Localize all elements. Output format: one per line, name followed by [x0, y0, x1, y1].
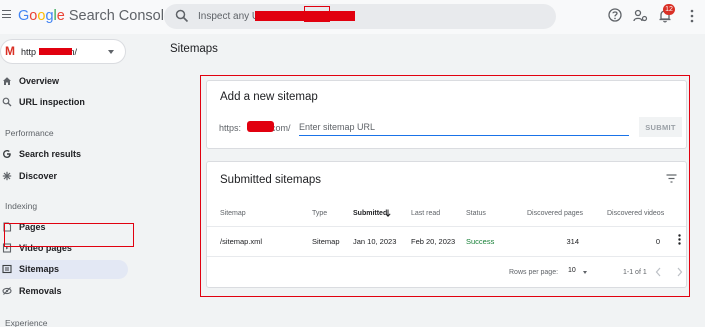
column-header-submitted[interactable]: Submitted [353, 210, 387, 217]
page-title: Sitemaps [170, 43, 218, 55]
sidebar-item-label: Overview [19, 76, 60, 86]
sitemap-icon [2, 264, 12, 274]
search-input[interactable] [198, 4, 538, 29]
search-icon [2, 97, 12, 107]
app-logo[interactable]: Google Search Console [18, 8, 172, 24]
submit-button[interactable]: SUBMIT [639, 117, 682, 137]
arrow-down-icon[interactable] [385, 209, 391, 217]
cell-submitted: Jan 10, 2023 [353, 237, 397, 246]
chevron-right-icon[interactable] [677, 267, 683, 277]
row-divider [207, 226, 686, 227]
logo-letter: G [18, 8, 30, 24]
column-header-sitemap[interactable]: Sitemap [220, 210, 246, 217]
more-vertical-icon[interactable] [678, 234, 681, 245]
sidebar-item-discover[interactable]: Discover [0, 167, 128, 186]
sidebar: M http m/ Overview URL inspection Perform… [0, 34, 150, 327]
add-sitemap-card: Add a new sitemap https:com/ SUBMIT [206, 80, 687, 149]
asterisk-icon [2, 171, 12, 181]
more-vertical-icon[interactable] [690, 8, 694, 24]
sidebar-item-label: URL inspection [19, 97, 85, 107]
sidebar-item-label: Discover [19, 171, 58, 181]
help-icon[interactable] [608, 8, 622, 22]
redaction-mark [247, 121, 274, 132]
cell-discovered-videos: 0 [655, 237, 660, 246]
cell-status: Success [466, 237, 495, 246]
google-g-icon [3, 150, 11, 158]
redaction-mark [39, 48, 72, 55]
logo-letter: e [56, 8, 65, 24]
column-header-type[interactable]: Type [312, 210, 327, 217]
chevron-down-icon [108, 50, 114, 54]
logo-letter: g [45, 8, 54, 24]
row-divider [207, 256, 686, 257]
sidebar-item-sitemaps[interactable]: Sitemaps [0, 260, 128, 279]
rows-per-page-label: Rows per page: [509, 269, 559, 276]
column-header-last-read[interactable]: Last read [411, 210, 440, 217]
removals-icon [2, 287, 12, 295]
rows-per-page-select[interactable]: 10 [568, 267, 594, 279]
cell-last-read: Feb 20, 2023 [411, 237, 456, 246]
users-settings-icon[interactable] [633, 9, 648, 22]
column-header-discovered-pages[interactable]: Discovered pages [527, 210, 583, 217]
search-icon [175, 9, 189, 23]
sitemap-url-input[interactable] [299, 119, 629, 136]
sidebar-item-label: Removals [19, 286, 62, 296]
notification-count-badge: 12 [663, 4, 675, 15]
add-sitemap-title: Add a new sitemap [220, 91, 318, 103]
column-header-discovered-videos[interactable]: Discovered videos [607, 210, 664, 217]
cell-discovered-pages: 314 [566, 237, 579, 246]
sidebar-item-label: Search results [19, 149, 82, 159]
submitted-sitemaps-card: Submitted sitemaps Sitemap Type Submitte… [206, 161, 687, 288]
menu-icon[interactable] [2, 10, 11, 18]
sidebar-item-removals[interactable]: Removals [0, 282, 128, 301]
property-favicon: M [5, 44, 15, 58]
submitted-sitemaps-title: Submitted sitemaps [220, 174, 321, 186]
cell-type: Sitemap [312, 237, 340, 246]
top-app-bar: GoogleSearch Console 12 [0, 0, 705, 34]
section-label-performance: Performance [5, 128, 54, 138]
chevron-down-icon [583, 271, 587, 274]
chevron-left-icon[interactable] [655, 267, 661, 277]
home-icon [3, 77, 11, 85]
sidebar-item-search-results[interactable]: Search results [0, 145, 128, 164]
filter-icon[interactable] [666, 174, 677, 183]
sidebar-item-overview[interactable]: Overview [0, 72, 128, 91]
sidebar-item-label: Sitemaps [19, 264, 60, 274]
pagination-range: 1-1 of 1 [623, 269, 647, 276]
annotation-highlight [4, 223, 134, 247]
rows-per-page-value: 10 [568, 267, 576, 274]
prefix-start: https: [219, 123, 242, 133]
url-inspection-search[interactable] [164, 4, 556, 29]
product-name: Search Console [68, 8, 172, 24]
section-label-indexing: Indexing [5, 201, 38, 211]
redaction-mark [304, 6, 330, 22]
cell-sitemap[interactable]: /sitemap.xml [220, 237, 262, 246]
property-selector[interactable]: M http m/ [0, 39, 126, 64]
sidebar-item-url-inspection[interactable]: URL inspection [0, 93, 128, 112]
property-url-start: http [21, 47, 37, 57]
column-header-status[interactable]: Status [466, 210, 486, 217]
section-label-experience: Experience [5, 318, 48, 327]
